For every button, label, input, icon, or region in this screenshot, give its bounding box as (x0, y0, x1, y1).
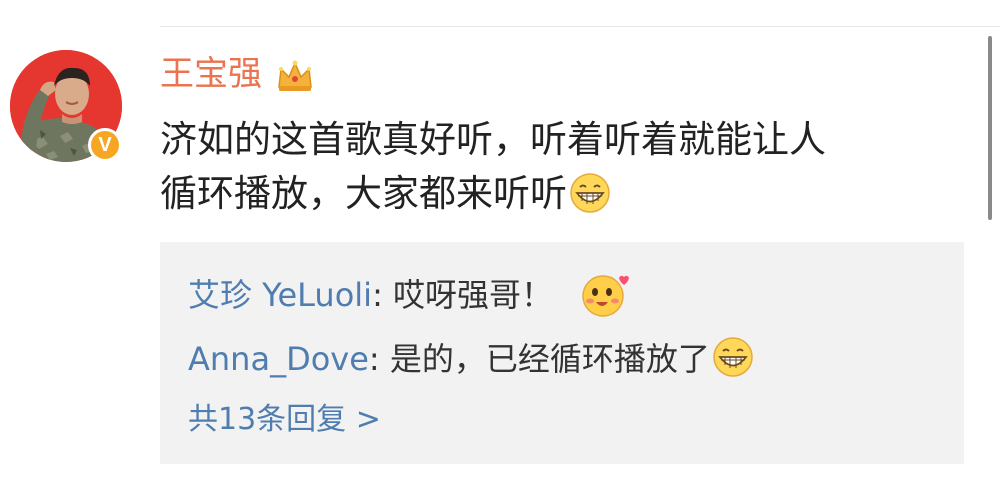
comment-separator: : (368, 340, 390, 378)
grin-emoji-icon (713, 337, 753, 377)
author-name[interactable]: 王宝强 (160, 54, 262, 94)
comment-item[interactable]: Anna_Dove: 是的，已经循环播放了 (188, 336, 754, 379)
post-text-line: 济如的这首歌真好听，听着听着就能让人 (160, 118, 826, 161)
scrollbar[interactable] (988, 36, 992, 220)
blush-emoji-icon (582, 275, 630, 317)
verified-badge: V (88, 128, 122, 162)
comment-separator: : (372, 276, 394, 314)
comment-user[interactable]: Anna_Dove (188, 340, 369, 378)
comment-text: 哎呀强哥！ (393, 276, 554, 314)
crown-icon[interactable] (275, 57, 315, 93)
comments-box: 艾珍 YeLuoli: 哎呀强哥！ Anna_Dove: 是的，已经循环播放了 … (160, 242, 964, 464)
top-divider (160, 26, 1000, 27)
comment-item[interactable]: 艾珍 YeLuoli: 哎呀强哥！ (188, 270, 631, 318)
post-text-line: 循环播放，大家都来听听 (160, 167, 960, 221)
grin-emoji-icon (570, 173, 610, 213)
comment-text: 是的，已经循环播放了 (389, 340, 710, 378)
post-text-content: 循环播放，大家都来听听 (160, 172, 567, 215)
comment-user[interactable]: 艾珍 YeLuoli (188, 276, 372, 314)
post-text: 济如的这首歌真好听，听着听着就能让人 循环播放，大家都来听听 (160, 113, 960, 221)
more-replies-link[interactable]: 共13条回复 > (188, 400, 381, 440)
